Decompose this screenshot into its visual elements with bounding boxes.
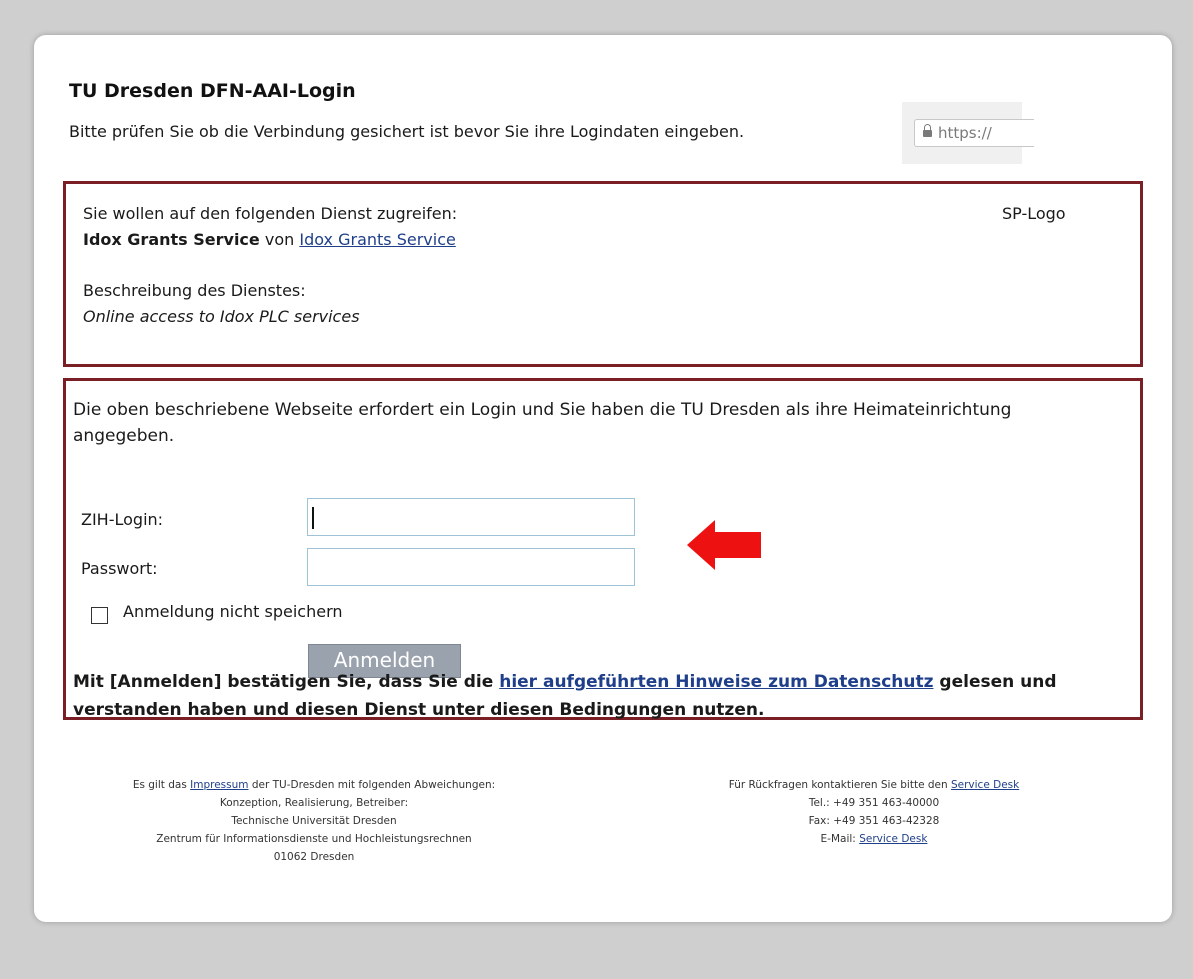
description-text: Online access to Idox PLC services: [83, 307, 360, 326]
footer-fax: Fax: +49 351 463-42328: [808, 815, 940, 827]
page-title: TU Dresden DFN-AAI-Login: [69, 80, 356, 102]
service-desk-email-link[interactable]: Service Desk: [859, 833, 927, 845]
imprint-link[interactable]: Impressum: [190, 779, 248, 791]
privacy-link[interactable]: hier aufgeführten Hinweise zum Datenschu…: [499, 672, 933, 692]
remember-checkbox[interactable]: [91, 607, 108, 624]
footer-left-line3: Technische Universität Dresden: [231, 815, 397, 827]
footer-left-line4: Zentrum für Informationsdienste und Hoch…: [156, 833, 472, 845]
service-von: von: [264, 230, 295, 249]
url-bar-snippet: https://: [902, 102, 1034, 164]
footer-right-pre: Für Rückfragen kontaktieren Sie bitte de…: [728, 779, 951, 791]
service-desk-link[interactable]: Service Desk: [951, 779, 1019, 791]
username-input[interactable]: [307, 498, 635, 536]
login-form-box: Die oben beschriebene Webseite erfordert…: [63, 378, 1143, 720]
footer-tel: Tel.: +49 351 463-40000: [808, 797, 940, 809]
footer-imprint: Es gilt das Impressum der TU-Dresden mit…: [79, 776, 549, 866]
footer-right-line1: Für Rückfragen kontaktieren Sie bitte de…: [654, 776, 1094, 794]
red-arrow-shape: [687, 520, 761, 570]
footer-left-line2: Konzeption, Realisierung, Betreiber:: [219, 797, 409, 809]
footer-left-line5: 01062 Dresden: [273, 851, 355, 863]
footer-left-line1: Es gilt das Impressum der TU-Dresden mit…: [79, 776, 549, 794]
security-hint: Bitte prüfen Sie ob die Verbindung gesic…: [69, 122, 745, 141]
password-input[interactable]: [307, 548, 635, 586]
url-prefix: https://: [938, 124, 992, 142]
consent-text-pre: Mit [Anmelden] bestätigen Sie, dass Sie …: [73, 672, 500, 692]
service-name: Idox Grants Service: [83, 230, 260, 249]
remember-label[interactable]: Anmeldung nicht speichern: [123, 602, 343, 621]
text-cursor: [312, 507, 314, 529]
footer-left-post: der TU-Dresden mit folgenden Abweichunge…: [248, 779, 496, 791]
password-label: Passwort:: [81, 559, 158, 578]
footer-contact: Für Rückfragen kontaktieren Sie bitte de…: [654, 776, 1094, 848]
privacy-consent: Mit [Anmelden] bestätigen Sie, dass Sie …: [73, 668, 1133, 724]
service-access-text: Sie wollen auf den folgenden Dienst zugr…: [83, 204, 458, 223]
login-card: TU Dresden DFN-AAI-Login Bitte prüfen Si…: [34, 35, 1172, 922]
sp-logo: SP-Logo: [1002, 204, 1066, 223]
username-label: ZIH-Login:: [81, 510, 164, 529]
footer-email-line: E-Mail: Service Desk: [654, 830, 1094, 848]
lock-icon: [923, 124, 932, 137]
login-intro: Die oben beschriebene Webseite erfordert…: [73, 400, 1012, 446]
footer-email-label: E-Mail:: [820, 833, 860, 845]
service-info-box: Sie wollen auf den folgenden Dienst zugr…: [63, 181, 1143, 367]
footer-left-pre: Es gilt das: [132, 779, 191, 791]
url-field: https://: [914, 119, 1034, 147]
description-label: Beschreibung des Dienstes:: [83, 281, 306, 300]
service-name-line: Idox Grants Service von Idox Grants Serv…: [83, 230, 456, 249]
red-arrow-icon: [687, 520, 761, 570]
service-provider-link[interactable]: Idox Grants Service: [299, 230, 455, 249]
